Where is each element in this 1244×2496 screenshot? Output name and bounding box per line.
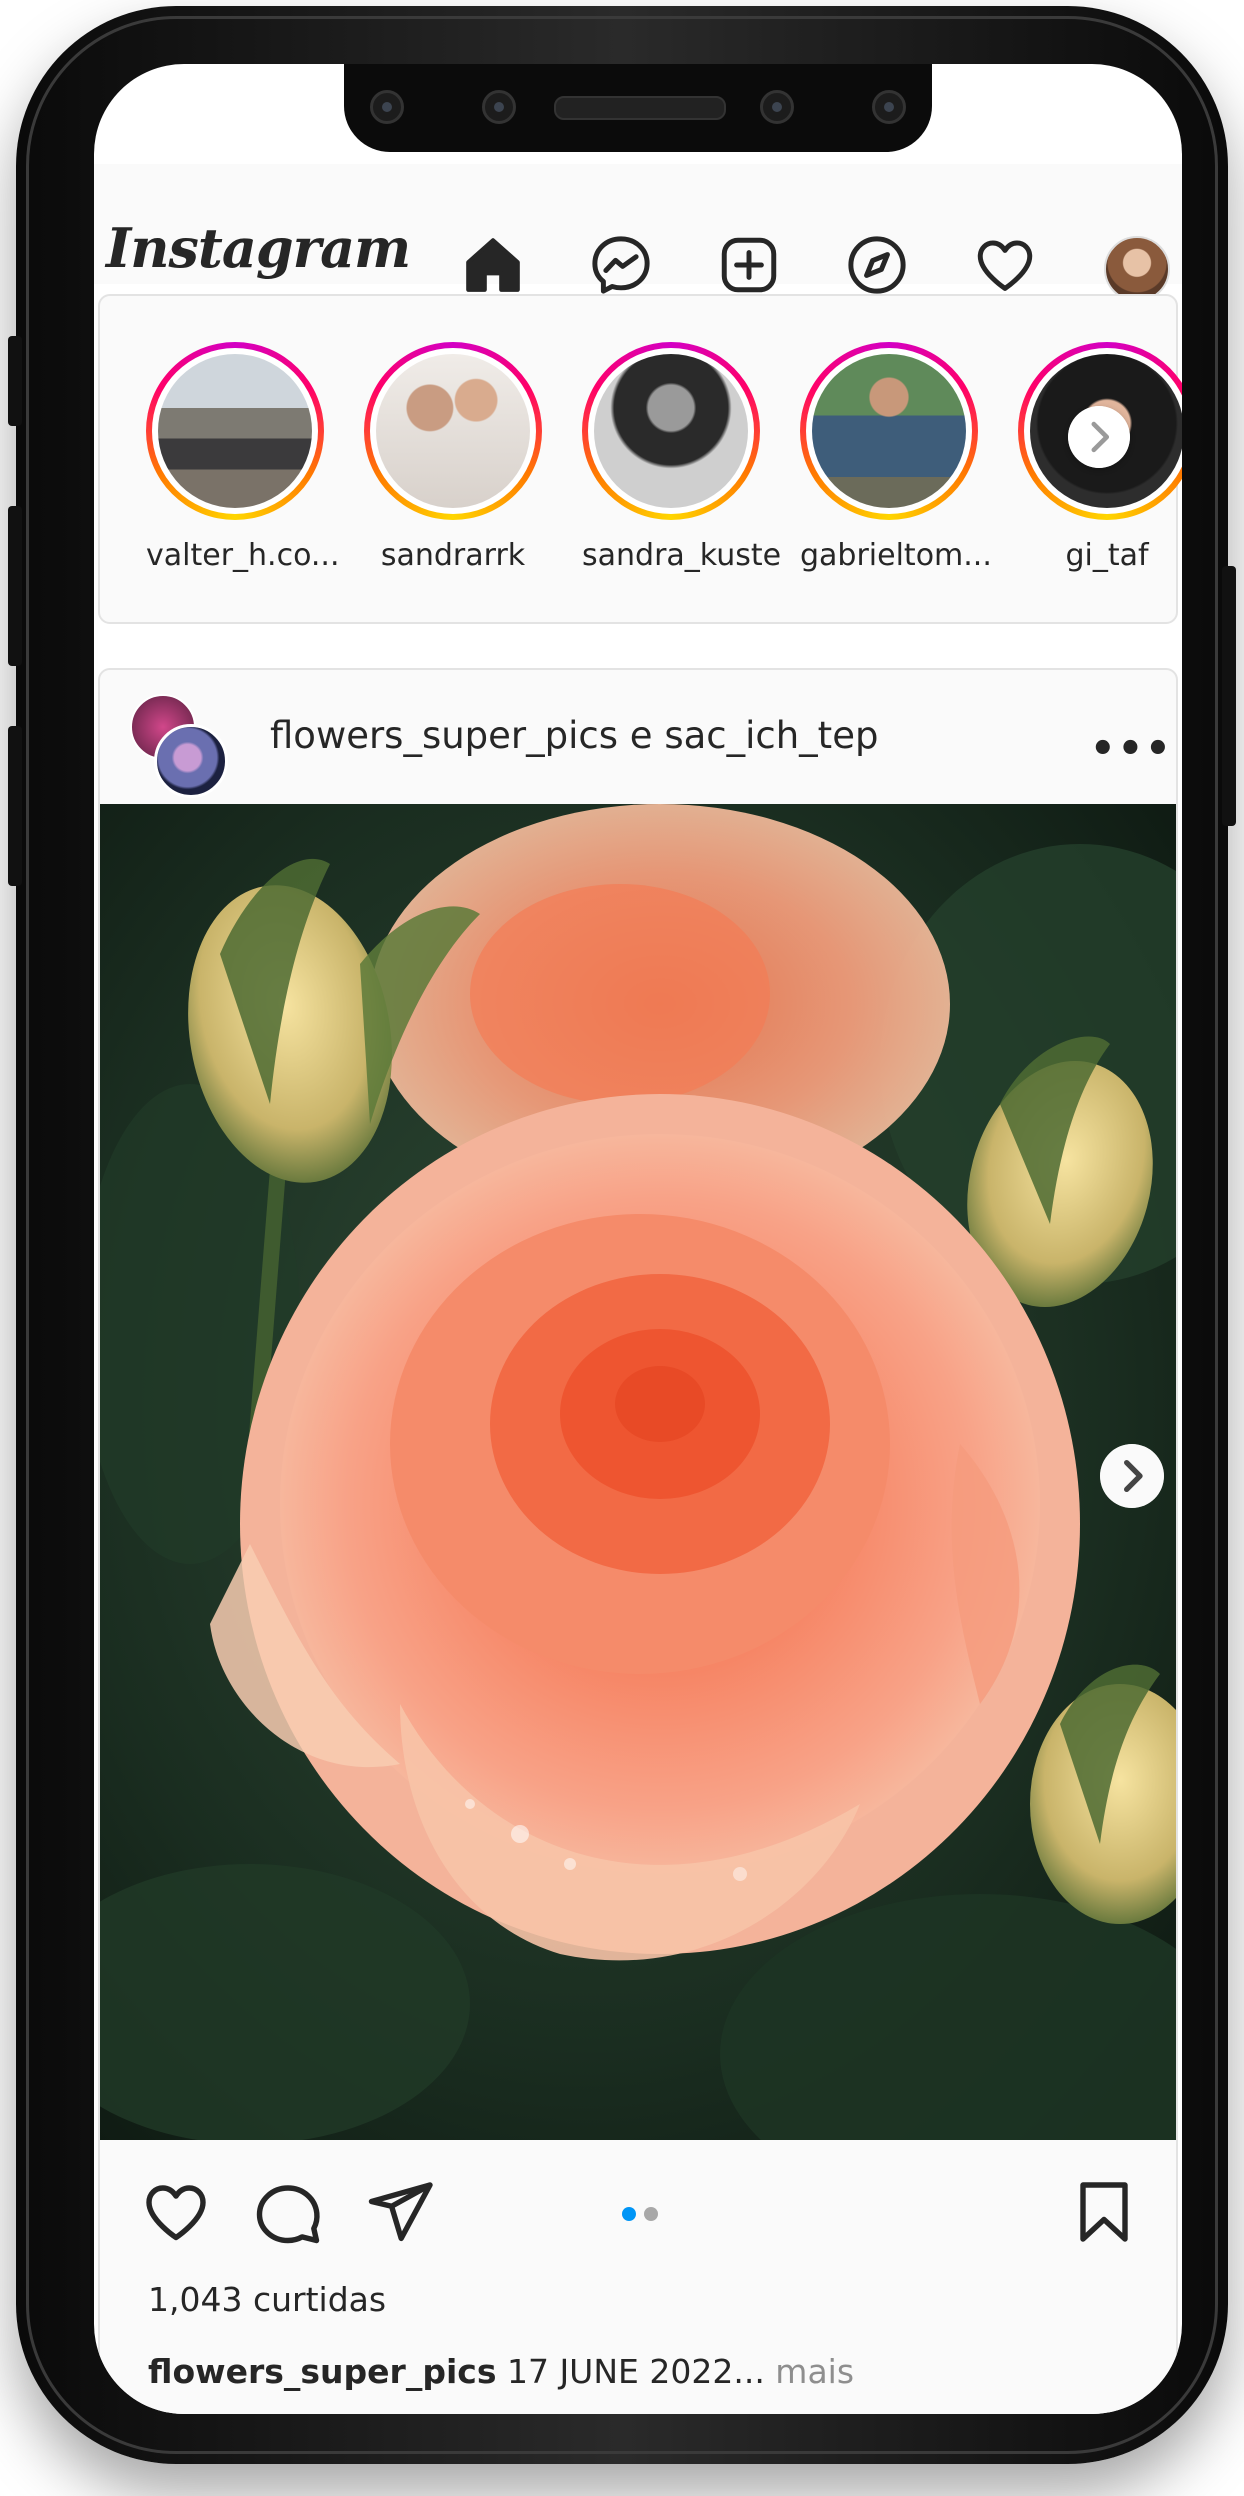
story-ring	[146, 342, 324, 520]
front-camera-icon	[760, 90, 794, 124]
activity-heart-icon[interactable]	[972, 232, 1038, 298]
comment-icon[interactable]	[252, 2176, 324, 2248]
story-username: gabrieltom...	[800, 538, 992, 573]
volume-down-button	[8, 726, 22, 886]
story-avatar	[812, 354, 966, 508]
story-username: sandra_kuste	[582, 538, 782, 573]
story-item[interactable]: sandrarrk	[364, 342, 542, 573]
story-item[interactable]: gabrieltom...	[800, 342, 992, 573]
caption-username[interactable]: flowers_super_pics	[148, 2352, 496, 2391]
like-heart-icon[interactable]	[140, 2176, 212, 2248]
phone-screen: Instagram valter_h.co... sandrarrk sandr…	[94, 64, 1182, 2414]
story-username: gi_taf	[1065, 538, 1149, 573]
volume-up-button	[8, 506, 22, 666]
rose-photo	[100, 804, 1176, 2140]
top-bar: Instagram	[94, 164, 1182, 302]
story-ring	[364, 342, 542, 520]
instagram-logo[interactable]: Instagram	[106, 216, 411, 280]
story-item[interactable]: sandra_kuste	[582, 342, 782, 573]
post-actions	[100, 2140, 1176, 2260]
story-avatar	[594, 354, 748, 508]
carousel-dot	[644, 2207, 658, 2221]
story-username: valter_h.co...	[146, 538, 340, 573]
story-avatar	[158, 354, 312, 508]
profile-avatar[interactable]	[1104, 236, 1170, 302]
post-image[interactable]	[100, 804, 1176, 2140]
share-send-icon[interactable]	[364, 2176, 436, 2248]
sensor-icon	[872, 90, 906, 124]
sensor-icon	[370, 90, 404, 124]
speaker-grille	[554, 96, 726, 120]
story-ring	[582, 342, 760, 520]
collab-avatars[interactable]	[130, 694, 230, 798]
notch	[344, 64, 932, 152]
silent-switch	[8, 336, 22, 426]
story-avatar	[376, 354, 530, 508]
avatar	[154, 724, 228, 798]
carousel-dot-active	[622, 2207, 636, 2221]
caption-more-link[interactable]: mais	[765, 2352, 854, 2391]
caption-text: 17 JUNE 2022...	[496, 2352, 765, 2391]
stories-tray: valter_h.co... sandrarrk sandra_kuste ga…	[98, 294, 1182, 624]
new-post-icon[interactable]	[716, 232, 782, 298]
story-username: sandrarrk	[380, 538, 526, 573]
feed-post: flowers_super_pics e sac_ich_tep ••• 1,0…	[98, 668, 1178, 2414]
explore-icon[interactable]	[844, 232, 910, 298]
messenger-icon[interactable]	[588, 232, 654, 298]
save-bookmark-icon[interactable]	[1068, 2176, 1140, 2248]
story-item[interactable]: valter_h.co...	[146, 342, 340, 573]
carousel-indicator	[622, 2206, 666, 2225]
story-ring	[800, 342, 978, 520]
post-caption: flowers_super_pics 17 JUNE 2022... mais	[148, 2352, 854, 2391]
post-header: flowers_super_pics e sac_ich_tep •••	[100, 670, 1176, 810]
home-icon[interactable]	[460, 232, 526, 298]
phone-frame: Instagram valter_h.co... sandrarrk sandr…	[8, 6, 1236, 2464]
stories-next-chevron-icon[interactable]	[1068, 406, 1130, 468]
power-button	[1222, 566, 1236, 826]
more-options-icon[interactable]: •••	[1090, 726, 1173, 772]
carousel-next-chevron-icon[interactable]	[1100, 1444, 1164, 1508]
likes-count[interactable]: 1,043 curtidas	[148, 2280, 386, 2319]
post-author[interactable]: flowers_super_pics e sac_ich_tep	[270, 714, 878, 757]
sensor-icon	[482, 90, 516, 124]
